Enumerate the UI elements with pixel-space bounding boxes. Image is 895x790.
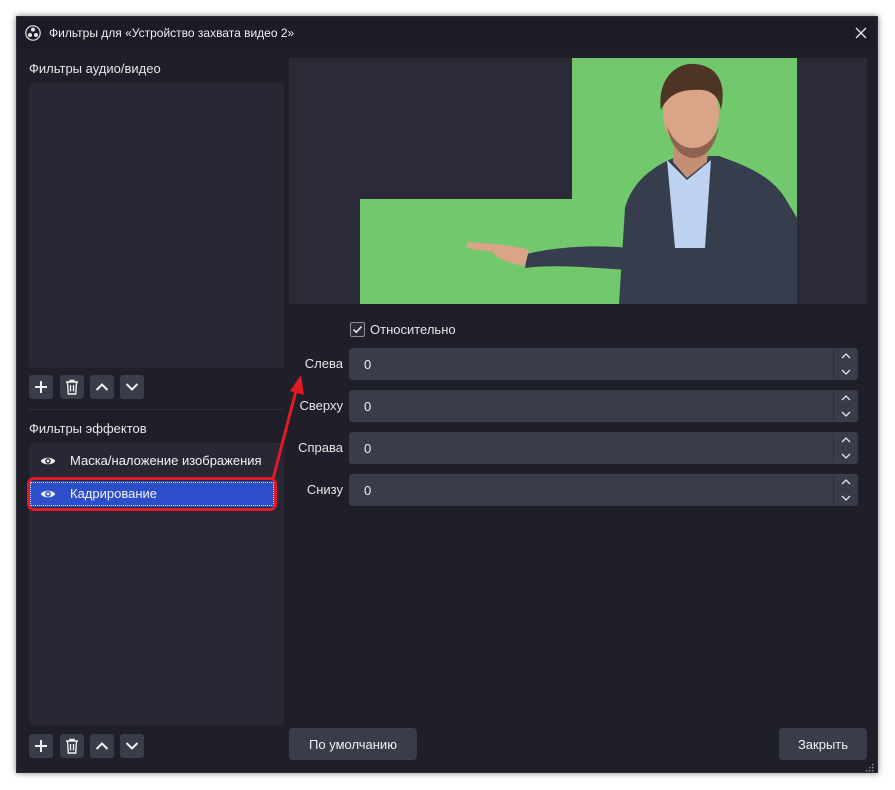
- left-field-label: Слева: [304, 356, 343, 371]
- remove-effect-filter-button[interactable]: [60, 734, 84, 758]
- presenter-image: [466, 63, 797, 304]
- defaults-button[interactable]: По умолчанию: [289, 728, 417, 760]
- chevron-up-icon: [95, 742, 109, 750]
- close-window-button[interactable]: [849, 21, 873, 45]
- right-field-label: Справа: [298, 440, 343, 455]
- chevron-down-icon: [841, 495, 851, 501]
- move-effect-filter-down-button[interactable]: [120, 734, 144, 758]
- chevron-up-icon: [841, 395, 851, 401]
- obs-logo-icon: [25, 25, 41, 41]
- bottom-field-label: Снизу: [306, 482, 343, 497]
- audio-video-filters-list[interactable]: [29, 83, 284, 368]
- filter-item-label: Кадрирование: [70, 486, 158, 501]
- right-increment-button[interactable]: [834, 432, 858, 448]
- checkmark-icon: [352, 325, 363, 334]
- close-button[interactable]: Закрыть: [779, 728, 867, 760]
- chevron-up-icon: [841, 479, 851, 485]
- left-decrement-button[interactable]: [834, 364, 858, 380]
- top-input[interactable]: [349, 390, 829, 422]
- section-divider: [29, 409, 284, 410]
- title-bar: Фильтры для «Устройство захвата видео 2»: [17, 17, 877, 49]
- filter-item-crop[interactable]: Кадрирование: [29, 481, 275, 507]
- right-spinbox[interactable]: [349, 432, 858, 464]
- move-audio-video-filter-down-button[interactable]: [120, 375, 144, 399]
- chevron-down-icon: [125, 742, 139, 750]
- plus-icon: [35, 740, 47, 752]
- right-decrement-button[interactable]: [834, 448, 858, 464]
- top-field-label: Сверху: [299, 398, 343, 413]
- bottom-spinbox[interactable]: [349, 474, 858, 506]
- bottom-increment-button[interactable]: [834, 474, 858, 490]
- filter-item-image-mask[interactable]: Маска/наложение изображения: [29, 448, 275, 474]
- close-icon: [855, 27, 867, 39]
- relative-label: Относительно: [370, 322, 456, 337]
- chevron-up-icon: [841, 437, 851, 443]
- move-effect-filter-up-button[interactable]: [90, 734, 114, 758]
- filters-dialog: Фильтры для «Устройство захвата видео 2»…: [16, 16, 878, 773]
- effect-filters-label: Фильтры эффектов: [29, 421, 147, 436]
- eye-icon[interactable]: [40, 454, 56, 468]
- chevron-up-icon: [841, 353, 851, 359]
- left-increment-button[interactable]: [834, 348, 858, 364]
- bottom-input[interactable]: [349, 474, 829, 506]
- add-audio-video-filter-button[interactable]: [29, 375, 53, 399]
- relative-checkbox[interactable]: [350, 322, 365, 337]
- chevron-down-icon: [125, 383, 139, 391]
- chevron-down-icon: [841, 453, 851, 459]
- source-preview: [289, 58, 867, 304]
- top-decrement-button[interactable]: [834, 406, 858, 422]
- chevron-down-icon: [841, 411, 851, 417]
- resize-grip-icon[interactable]: [864, 759, 874, 772]
- top-increment-button[interactable]: [834, 390, 858, 406]
- chevron-down-icon: [841, 369, 851, 375]
- window-title: Фильтры для «Устройство захвата видео 2»: [49, 26, 295, 40]
- audio-video-filters-label: Фильтры аудио/видео: [29, 61, 161, 76]
- add-effect-filter-button[interactable]: [29, 734, 53, 758]
- trash-icon: [66, 379, 78, 395]
- eye-icon[interactable]: [40, 487, 56, 501]
- bottom-decrement-button[interactable]: [834, 490, 858, 506]
- right-input[interactable]: [349, 432, 829, 464]
- remove-audio-video-filter-button[interactable]: [60, 375, 84, 399]
- trash-icon: [66, 738, 78, 754]
- filter-item-label: Маска/наложение изображения: [70, 453, 262, 468]
- left-spinbox[interactable]: [349, 348, 858, 380]
- top-spinbox[interactable]: [349, 390, 858, 422]
- left-input[interactable]: [349, 348, 829, 380]
- chevron-up-icon: [95, 383, 109, 391]
- move-audio-video-filter-up-button[interactable]: [90, 375, 114, 399]
- plus-icon: [35, 381, 47, 393]
